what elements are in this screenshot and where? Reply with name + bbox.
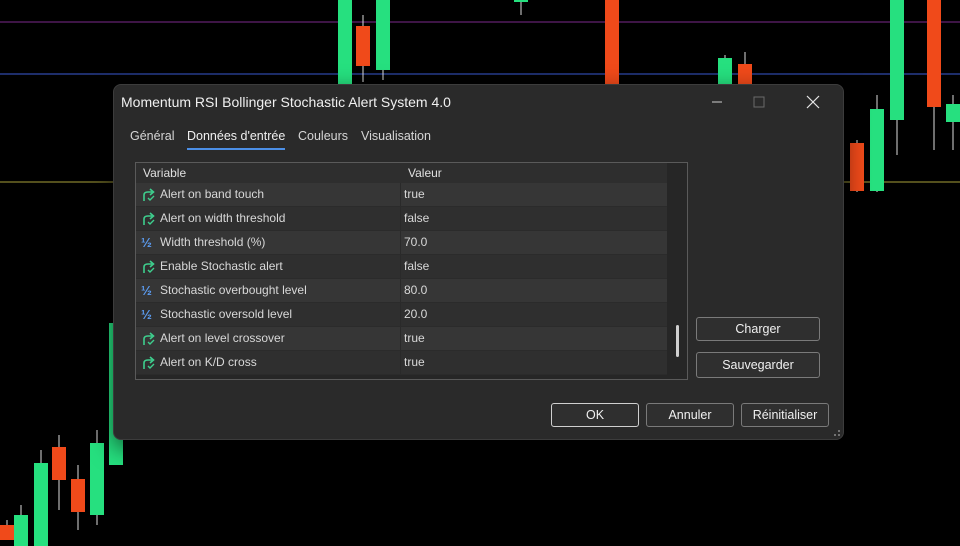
column-separator — [400, 279, 401, 302]
variable-name: Alert on width threshold — [160, 211, 286, 225]
tab-colors[interactable]: Couleurs — [298, 129, 348, 148]
variable-name: Width threshold (%) — [160, 235, 266, 249]
cancel-button[interactable]: Annuler — [646, 403, 734, 427]
bool-arrow-icon — [141, 211, 157, 227]
fraction-icon: ½ — [141, 283, 152, 298]
tab-input-data[interactable]: Données d'entrée — [187, 129, 286, 150]
close-button[interactable] — [790, 89, 836, 115]
candle-body — [0, 525, 14, 540]
candle-body — [850, 143, 864, 191]
variable-value[interactable]: false — [404, 211, 429, 225]
column-separator — [400, 327, 401, 350]
close-icon — [806, 95, 820, 109]
fraction-icon: ½ — [141, 307, 152, 322]
variable-value[interactable]: false — [404, 259, 429, 273]
variable-name: Stochastic oversold level — [160, 307, 293, 321]
column-header-value[interactable]: Valeur — [408, 166, 442, 180]
column-separator — [400, 351, 401, 374]
title-bar: Momentum RSI Bollinger Stochastic Alert … — [114, 85, 843, 119]
table-row[interactable]: Alert on width threshold false — [136, 207, 667, 231]
minimize-button[interactable] — [694, 89, 740, 115]
variable-value[interactable]: 80.0 — [404, 283, 427, 297]
table-row[interactable]: Alert on band touch true — [136, 183, 667, 207]
candle-body — [927, 0, 941, 107]
variable-value[interactable]: true — [404, 331, 425, 345]
variable-name: Enable Stochastic alert — [160, 259, 283, 273]
reset-button[interactable]: Réinitialiser — [741, 403, 829, 427]
candle-body — [946, 104, 960, 122]
column-separator — [400, 183, 401, 206]
table-row[interactable]: ½ Stochastic overbought level 80.0 — [136, 279, 667, 303]
column-separator — [400, 231, 401, 254]
variable-name: Alert on band touch — [160, 187, 265, 201]
column-separator — [400, 303, 401, 326]
tab-general[interactable]: Général — [130, 129, 174, 148]
maximize-icon — [753, 96, 765, 108]
table-row[interactable]: Alert on K/D cross true — [136, 351, 667, 375]
candle-body — [605, 0, 619, 85]
candle-body — [90, 443, 104, 515]
table-header: Variable Valeur — [136, 163, 667, 184]
save-button[interactable]: Sauvegarder — [696, 352, 820, 378]
column-separator — [400, 207, 401, 230]
variable-value[interactable]: 70.0 — [404, 235, 427, 249]
scrollbar-thumb[interactable] — [676, 325, 679, 357]
indicator-settings-dialog: Momentum RSI Bollinger Stochastic Alert … — [113, 84, 844, 440]
variable-value[interactable]: true — [404, 355, 425, 369]
table-rows: Alert on band touch true Alert on width th… — [136, 183, 667, 375]
tab-visualisation[interactable]: Visualisation — [361, 129, 431, 148]
variable-name: Alert on K/D cross — [160, 355, 257, 369]
variable-value[interactable]: 20.0 — [404, 307, 427, 321]
load-button[interactable]: Charger — [696, 317, 820, 341]
candle-body — [514, 0, 528, 2]
vertical-scrollbar[interactable] — [667, 163, 687, 379]
minimize-icon — [712, 101, 722, 103]
variable-value[interactable]: true — [404, 187, 425, 201]
resize-grip-icon[interactable] — [831, 427, 841, 437]
bool-arrow-icon — [141, 187, 157, 203]
ok-button[interactable]: OK — [551, 403, 639, 427]
candle-body — [34, 463, 48, 546]
candle-body — [338, 0, 352, 85]
bool-arrow-icon — [141, 259, 157, 275]
candle-body — [870, 109, 884, 191]
column-header-variable[interactable]: Variable — [143, 166, 186, 180]
candle-body — [52, 447, 66, 480]
dialog-title: Momentum RSI Bollinger Stochastic Alert … — [121, 94, 451, 110]
fraction-icon: ½ — [141, 235, 152, 250]
candle-body — [71, 479, 85, 512]
candle-body — [356, 26, 370, 66]
candle-body — [376, 0, 390, 70]
bool-arrow-icon — [141, 331, 157, 347]
table-row[interactable]: Enable Stochastic alert false — [136, 255, 667, 279]
bool-arrow-icon — [141, 355, 157, 371]
inputs-table: Variable Valeur Alert on band touch true A… — [135, 162, 688, 380]
maximize-button[interactable] — [736, 89, 782, 115]
candle-body — [14, 515, 28, 546]
table-row[interactable]: Alert on level crossover true — [136, 327, 667, 351]
candle-body — [890, 0, 904, 120]
table-row[interactable]: ½ Width threshold (%) 70.0 — [136, 231, 667, 255]
column-separator — [400, 255, 401, 278]
variable-name: Stochastic overbought level — [160, 283, 307, 297]
table-row[interactable]: ½ Stochastic oversold level 20.0 — [136, 303, 667, 327]
variable-name: Alert on level crossover — [160, 331, 285, 345]
